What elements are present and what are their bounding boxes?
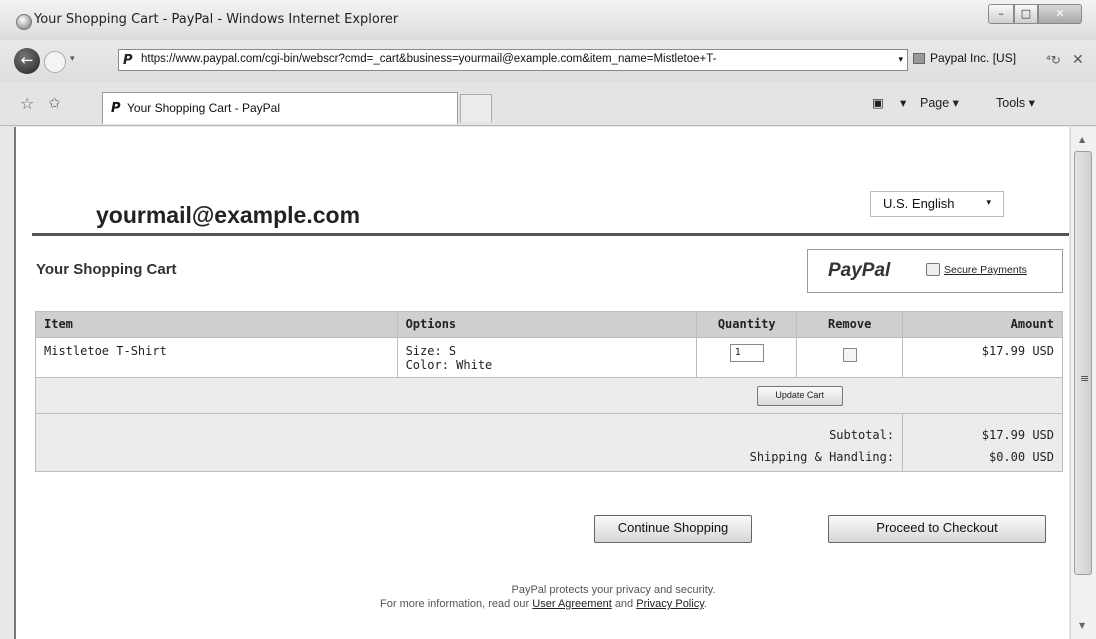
- update-cart-button[interactable]: Update Cart: [756, 386, 843, 406]
- remove-cell: [796, 337, 904, 378]
- shipping-value: $0.00 USD: [988, 450, 1054, 464]
- totals-row: Subtotal: Shipping & Handling: $17.99 US…: [34, 413, 1063, 472]
- close-icon[interactable]: ✕: [1038, 4, 1082, 24]
- page-content: yourmail@example.com U.S. English ▾ Your…: [14, 127, 1069, 639]
- scroll-up-icon[interactable]: ▲: [1079, 135, 1085, 144]
- item-amount: $17.99 USD: [902, 337, 1063, 378]
- forward-arrow-icon[interactable]: [44, 51, 66, 73]
- column-header-amount: Amount: [902, 311, 1063, 338]
- grip-icon: ≡: [1080, 372, 1090, 385]
- home-dropdown-icon[interactable]: ▾: [900, 95, 906, 110]
- vertical-scrollbar[interactable]: ▲ ≡ ▼: [1070, 127, 1096, 639]
- chevron-down-icon: ▾: [986, 197, 991, 207]
- item-name: Mistletoe T-Shirt: [35, 337, 398, 378]
- language-value: U.S. English: [883, 196, 955, 211]
- footer-period: .: [703, 598, 707, 610]
- option-size: Size: S: [405, 344, 457, 358]
- stop-icon[interactable]: ✕: [1072, 52, 1084, 68]
- and-text: and: [614, 598, 634, 610]
- privacy-footer: PayPal protects your privacy and securit…: [16, 583, 1069, 611]
- page-title: Your Shopping Cart: [36, 261, 177, 278]
- title-bar: Your Shopping Cart - PayPal - Windows In…: [0, 0, 1096, 40]
- subtotal-label: Subtotal:: [829, 428, 895, 442]
- url-text: https://www.paypal.com/cgi-bin/webscr?cm…: [141, 53, 717, 65]
- feeds-icon[interactable]: ▣: [872, 95, 884, 110]
- add-favorites-icon[interactable]: ✩: [48, 94, 61, 112]
- history-dropdown-icon[interactable]: ▾: [70, 54, 75, 64]
- tools-menu[interactable]: Tools ▾: [996, 95, 1035, 110]
- column-header-remove: Remove: [796, 311, 904, 338]
- browser-window: Your Shopping Cart - PayPal - Windows In…: [0, 0, 1096, 639]
- tab-label: Your Shopping Cart - PayPal: [127, 101, 280, 115]
- url-dropdown-icon[interactable]: ▾: [898, 55, 903, 65]
- table-row: Mistletoe T-Shirt Size: S Color: White 1…: [35, 337, 1063, 378]
- page-menu[interactable]: Page ▾: [920, 95, 959, 110]
- tab-bar: ☆ ✩ P Your Shopping Cart - PayPal ▣ ▾ Pa…: [0, 82, 1096, 126]
- refresh-icon[interactable]: ⁴↻: [1046, 53, 1061, 67]
- totals-labels: Subtotal: Shipping & Handling:: [34, 413, 904, 472]
- favorites-star-icon[interactable]: ☆: [20, 94, 34, 113]
- window-title: Your Shopping Cart - PayPal - Windows In…: [34, 12, 399, 27]
- certificate-text: Paypal Inc. [US]: [930, 51, 1017, 65]
- secure-payments-link[interactable]: Secure Payments: [944, 264, 1027, 276]
- update-spacer: [34, 377, 697, 414]
- minimize-icon[interactable]: –: [988, 4, 1014, 24]
- quantity-cell: 1: [696, 337, 798, 378]
- privacy-line: PayPal protects your privacy and securit…: [511, 584, 716, 596]
- new-tab-button[interactable]: [460, 94, 492, 122]
- paypal-favicon-icon: P: [123, 53, 133, 68]
- paypal-tab-icon: P: [111, 101, 121, 116]
- maximize-icon[interactable]: □: [1014, 4, 1038, 24]
- quantity-input[interactable]: 1: [729, 344, 764, 362]
- ie-icon: [16, 14, 32, 30]
- option-color: Color: White: [405, 358, 493, 372]
- tab-paypal-cart[interactable]: P Your Shopping Cart - PayPal: [102, 92, 458, 124]
- scroll-down-icon[interactable]: ▼: [1079, 621, 1085, 630]
- header-divider: [32, 233, 1069, 236]
- update-row: Update Cart: [34, 377, 1063, 414]
- paypal-logo: PayPal: [828, 260, 891, 281]
- table-header-row: Item Options Quantity Remove Amount: [35, 311, 1063, 338]
- subtotal-value: $17.99 USD: [981, 428, 1054, 442]
- privacy-policy-link[interactable]: Privacy Policy: [636, 598, 704, 610]
- paypal-badge: PayPal Secure Payments: [807, 249, 1063, 293]
- back-arrow-icon[interactable]: ←: [14, 48, 40, 74]
- scroll-thumb[interactable]: ≡: [1074, 151, 1092, 575]
- window-controls: – □ ✕: [988, 4, 1082, 24]
- proceed-to-checkout-button[interactable]: Proceed to Checkout: [828, 515, 1046, 543]
- certificate-badge[interactable]: Paypal Inc. [US]: [913, 51, 1016, 71]
- language-select[interactable]: U.S. English ▾: [870, 191, 1004, 217]
- column-header-options: Options: [396, 311, 698, 338]
- shipping-label: Shipping & Handling:: [749, 450, 895, 464]
- update-cell: Update Cart: [696, 377, 903, 414]
- remove-checkbox[interactable]: [842, 348, 857, 362]
- totals-values: $17.99 USD $0.00 USD: [902, 413, 1063, 472]
- lock-icon: [926, 263, 940, 276]
- column-header-quantity: Quantity: [696, 311, 798, 338]
- continue-shopping-button[interactable]: Continue Shopping: [594, 515, 752, 543]
- item-options: Size: S Color: White: [396, 337, 698, 378]
- column-header-item: Item: [35, 311, 398, 338]
- lock-icon: [913, 53, 925, 65]
- url-input[interactable]: P https://www.paypal.com/cgi-bin/webscr?…: [118, 49, 908, 71]
- business-email: yourmail@example.com: [96, 202, 361, 228]
- cart-table: Item Options Quantity Remove Amount Mist…: [34, 311, 1063, 472]
- user-agreement-link[interactable]: User Agreement: [532, 598, 611, 610]
- privacy-prefix: For more information, read our: [380, 598, 530, 610]
- update-spacer-right: [902, 377, 1063, 414]
- address-bar: ← ▾ P https://www.paypal.com/cgi-bin/web…: [0, 40, 1096, 82]
